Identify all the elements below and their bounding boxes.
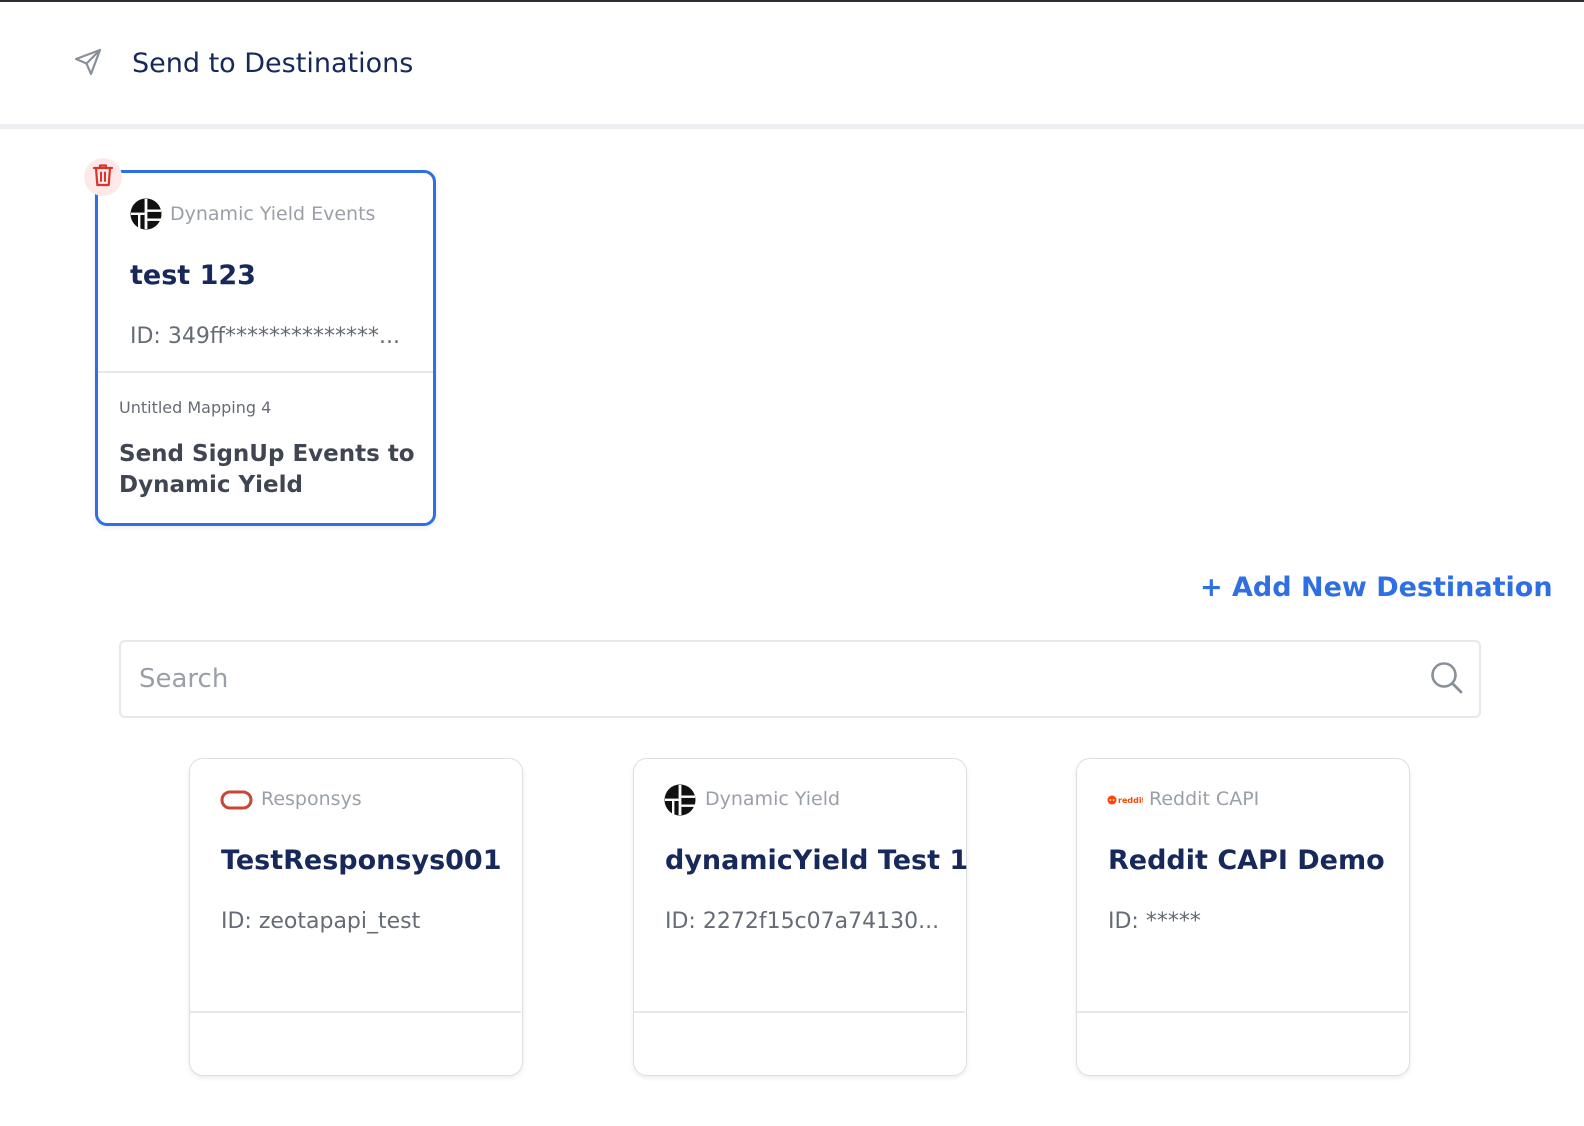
- destination-id: ID: *****: [1108, 909, 1201, 934]
- destination-name: Reddit CAPI Demo: [1108, 845, 1385, 876]
- destination-name: test 123: [130, 260, 256, 291]
- oracle-logo-icon: [220, 783, 254, 817]
- mapping-title: Send SignUp Events to Dynamic Yield: [119, 441, 415, 498]
- destination-card-dynamic-yield[interactable]: Dynamic Yield dynamicYield Test 1 ID: 22…: [633, 758, 969, 1076]
- destination-type: Responsys: [261, 788, 362, 810]
- destination-type: Dynamic Yield Events: [170, 203, 376, 225]
- page-title: Send to Destinations: [132, 48, 414, 79]
- destination-name: TestResponsys001: [221, 845, 502, 876]
- send-icon: [72, 46, 104, 78]
- search-input[interactable]: [137, 658, 1397, 700]
- delete-destination-button[interactable]: [84, 158, 122, 196]
- destination-name: dynamicYield Test 1: [665, 845, 969, 876]
- dynamic-yield-logo-icon: [664, 783, 698, 817]
- add-new-destination-button[interactable]: + Add New Destination: [1200, 570, 1553, 606]
- card-divider: [98, 371, 433, 373]
- destination-id: ID: 2272f15c07a74130...: [665, 909, 940, 934]
- selected-destination-card[interactable]: Dynamic Yield Events test 123 ID: 349ff*…: [95, 170, 436, 526]
- dynamic-yield-logo-icon: [130, 198, 162, 230]
- search-icon[interactable]: [1427, 658, 1467, 698]
- destination-id: ID: zeotapapi_test: [221, 909, 421, 934]
- card-divider: [634, 1011, 965, 1013]
- page-header: Send to Destinations: [0, 2, 1584, 126]
- destination-card-reddit-capi[interactable]: reddit Reddit CAPI Reddit CAPI Demo ID: …: [1076, 758, 1410, 1076]
- mapping-label: Untitled Mapping 4: [119, 398, 272, 417]
- destination-card-responsys[interactable]: Responsys TestResponsys001 ID: zeotapapi…: [189, 758, 523, 1076]
- destination-id: ID: 349ff**************...: [130, 324, 400, 349]
- destination-type: Reddit CAPI: [1149, 788, 1260, 810]
- svg-text:reddit: reddit: [1118, 796, 1143, 805]
- header-divider: [0, 124, 1584, 129]
- destination-type: Dynamic Yield: [705, 788, 841, 810]
- card-divider: [190, 1011, 521, 1013]
- trash-icon: [91, 162, 115, 192]
- search-box: [119, 640, 1481, 718]
- reddit-logo-icon: reddit: [1107, 783, 1143, 817]
- card-divider: [1077, 1011, 1408, 1013]
